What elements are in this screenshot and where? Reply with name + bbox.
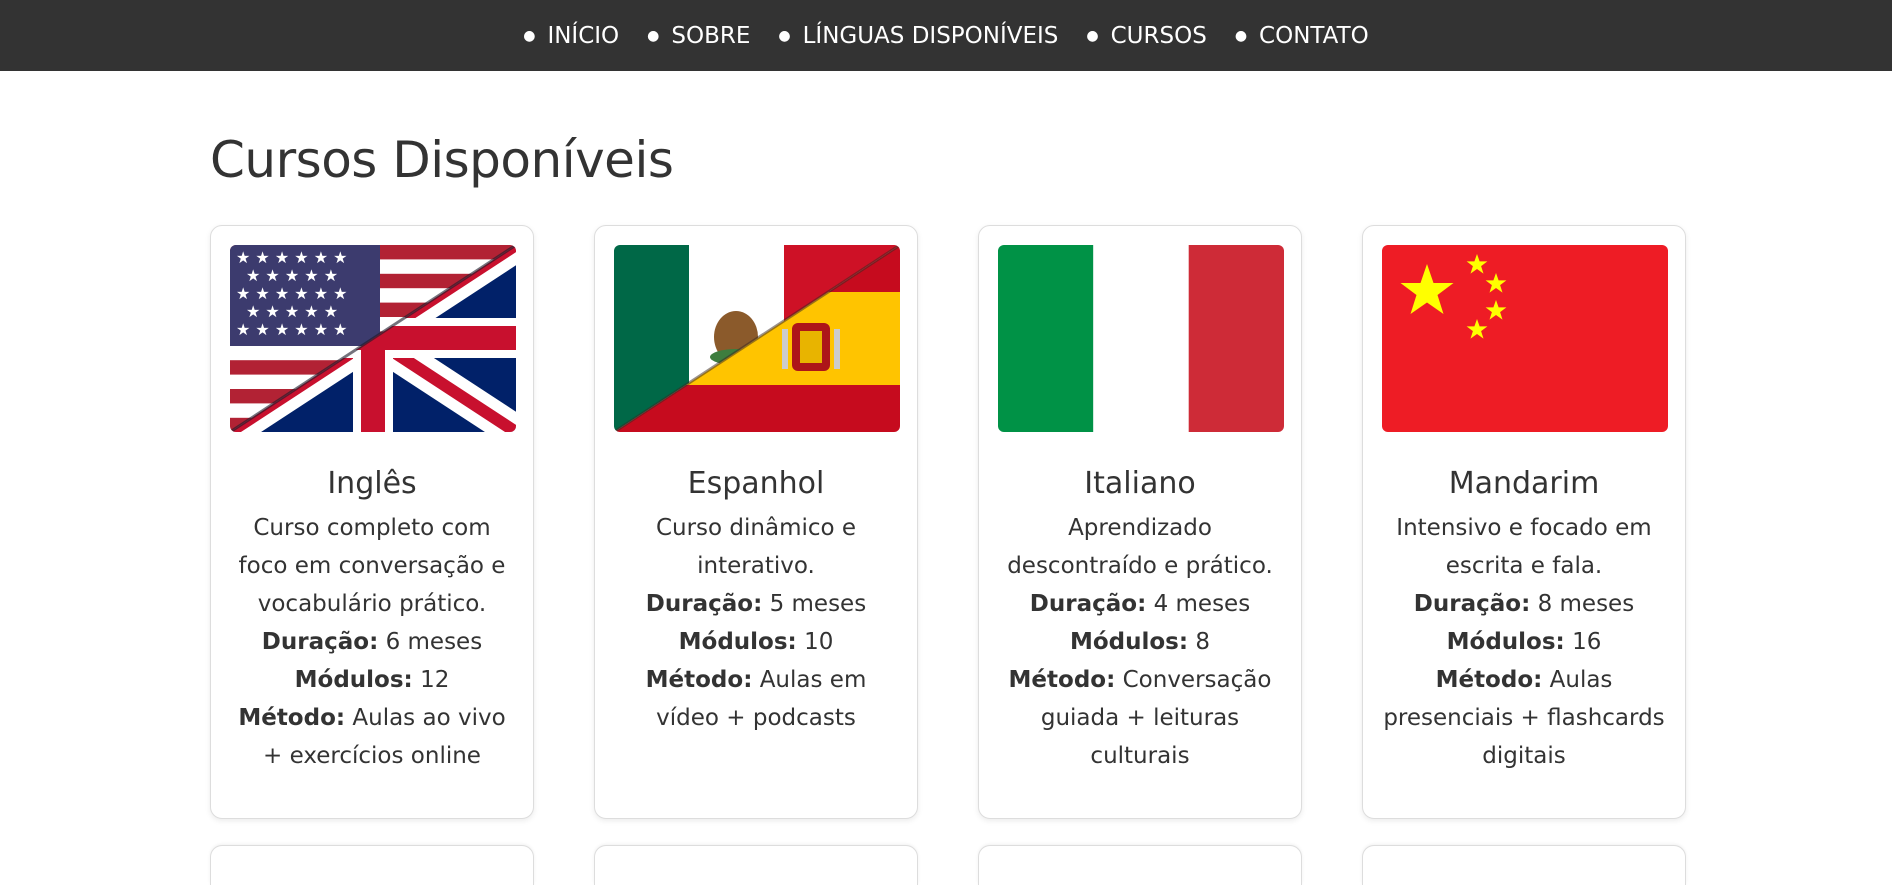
course-description: Intensivo e focado em escrita e fala. bbox=[1396, 515, 1652, 579]
course-card-mandarim[interactable]: Mandarim Intensivo e focado em escrita e… bbox=[1362, 225, 1686, 819]
modules-value: 16 bbox=[1572, 629, 1602, 655]
course-grid-row-2 bbox=[210, 845, 1690, 885]
duration-value: 4 meses bbox=[1153, 591, 1251, 617]
nav-item-sobre[interactable]: ● SOBRE bbox=[647, 23, 750, 49]
modules-label: Módulos: bbox=[678, 629, 797, 655]
svg-text:★ ★ ★ ★ ★ ★: ★ ★ ★ ★ ★ ★ bbox=[236, 320, 348, 339]
course-description: Curso dinâmico e interativo. bbox=[655, 515, 857, 579]
nav-item-cursos[interactable]: ● CURSOS bbox=[1086, 23, 1206, 49]
bullet-icon: ● bbox=[1086, 27, 1099, 44]
china-flag-icon bbox=[1382, 245, 1668, 432]
nav-label: CONTATO bbox=[1259, 22, 1369, 49]
page-title: Cursos Disponíveis bbox=[210, 131, 674, 189]
italy-flag-icon bbox=[998, 245, 1284, 432]
duration-label: Duração: bbox=[1413, 591, 1531, 617]
duration-value: 5 meses bbox=[769, 591, 867, 617]
course-title: Inglês bbox=[327, 466, 417, 501]
course-duration: Duração: 6 meses bbox=[230, 623, 514, 661]
course-modules: Módulos: 12 bbox=[230, 661, 514, 699]
course-duration: Duração: 4 meses bbox=[998, 585, 1282, 623]
duration-value: 6 meses bbox=[385, 629, 483, 655]
method-label: Método: bbox=[645, 667, 753, 693]
modules-label: Módulos: bbox=[294, 667, 413, 693]
method-label: Método: bbox=[1008, 667, 1116, 693]
course-modules: Módulos: 8 bbox=[998, 623, 1282, 661]
course-title: Espanhol bbox=[687, 466, 825, 501]
duration-value: 8 meses bbox=[1537, 591, 1635, 617]
nav-label: CURSOS bbox=[1110, 22, 1207, 49]
svg-text:★ ★ ★ ★ ★ ★: ★ ★ ★ ★ ★ ★ bbox=[236, 248, 348, 267]
bullet-icon: ● bbox=[647, 27, 660, 44]
nav-label: SOBRE bbox=[671, 22, 751, 49]
modules-label: Módulos: bbox=[1069, 629, 1189, 655]
duration-label: Duração: bbox=[261, 629, 379, 655]
bullet-icon: ● bbox=[778, 27, 791, 44]
course-card-ingles[interactable]: ★ ★ ★ ★ ★ ★ ★ ★ ★ ★ ★ ★ ★ ★ ★ ★ ★ ★ ★ ★ … bbox=[210, 225, 534, 819]
method-label: Método: bbox=[238, 705, 346, 731]
duration-label: Duração: bbox=[1029, 591, 1147, 617]
course-modules: Módulos: 10 bbox=[614, 623, 898, 661]
course-description: Curso completo com foco em conversação e… bbox=[238, 515, 506, 617]
course-duration: Duração: 8 meses bbox=[1382, 585, 1666, 623]
course-grid: ★ ★ ★ ★ ★ ★ ★ ★ ★ ★ ★ ★ ★ ★ ★ ★ ★ ★ ★ ★ … bbox=[210, 225, 1690, 819]
nav-item-inicio[interactable]: ● INÍCIO bbox=[523, 23, 619, 49]
course-method: Método: Conversação guiada + leituras cu… bbox=[998, 661, 1282, 775]
modules-value: 8 bbox=[1195, 629, 1211, 655]
course-card-partial[interactable] bbox=[594, 845, 918, 885]
nav-label: INÍCIO bbox=[547, 22, 620, 49]
nav-menu: ● INÍCIO ● SOBRE ● LÍNGUAS DISPONÍVEIS ● CUR… bbox=[509, 23, 1383, 49]
main-content: Cursos Disponíveis ★ ★ ★ ★ ★ ★ ★ ★ ★ ★ ★… bbox=[210, 71, 1690, 885]
nav-item-contato[interactable]: ● CONTATO bbox=[1235, 23, 1369, 49]
nav-item-linguas[interactable]: ● LÍNGUAS DISPONÍVEIS bbox=[778, 23, 1058, 49]
method-label: Método: bbox=[1435, 667, 1543, 693]
course-description: Aprendizado descontraído e prático. bbox=[1007, 515, 1273, 579]
usa-uk-flag-icon: ★ ★ ★ ★ ★ ★ ★ ★ ★ ★ ★ ★ ★ ★ ★ ★ ★ ★ ★ ★ … bbox=[230, 245, 516, 432]
nav-label: LÍNGUAS DISPONÍVEIS bbox=[802, 22, 1059, 49]
course-title: Italiano bbox=[1084, 466, 1196, 501]
course-card-partial[interactable] bbox=[1362, 845, 1686, 885]
svg-text:★ ★ ★ ★ ★: ★ ★ ★ ★ ★ bbox=[246, 266, 338, 285]
course-card-partial[interactable] bbox=[978, 845, 1302, 885]
modules-value: 12 bbox=[420, 667, 450, 693]
course-card-italiano[interactable]: Italiano Aprendizado descontraído e prát… bbox=[978, 225, 1302, 819]
svg-text:★ ★ ★ ★ ★ ★: ★ ★ ★ ★ ★ ★ bbox=[236, 284, 348, 303]
course-title: Mandarim bbox=[1448, 466, 1600, 501]
course-card-espanhol[interactable]: Espanhol Curso dinâmico e interativo. Du… bbox=[594, 225, 918, 819]
duration-label: Duração: bbox=[645, 591, 763, 617]
course-duration: Duração: 5 meses bbox=[614, 585, 898, 623]
bullet-icon: ● bbox=[523, 27, 536, 44]
course-card-partial[interactable] bbox=[210, 845, 534, 885]
svg-text:★ ★ ★ ★ ★: ★ ★ ★ ★ ★ bbox=[246, 302, 338, 321]
top-navigation: ● INÍCIO ● SOBRE ● LÍNGUAS DISPONÍVEIS ● CUR… bbox=[0, 0, 1892, 71]
modules-value: 10 bbox=[804, 629, 834, 655]
course-modules: Módulos: 16 bbox=[1382, 623, 1666, 661]
course-method: Método: Aulas em vídeo + podcasts bbox=[614, 661, 898, 737]
course-method: Método: Aulas ao vivo + exercícios onlin… bbox=[230, 699, 514, 775]
course-method: Método: Aulas presenciais + flashcards d… bbox=[1382, 661, 1666, 775]
mexico-spain-flag-icon bbox=[614, 245, 900, 432]
modules-label: Módulos: bbox=[1446, 629, 1565, 655]
bullet-icon: ● bbox=[1234, 27, 1248, 44]
